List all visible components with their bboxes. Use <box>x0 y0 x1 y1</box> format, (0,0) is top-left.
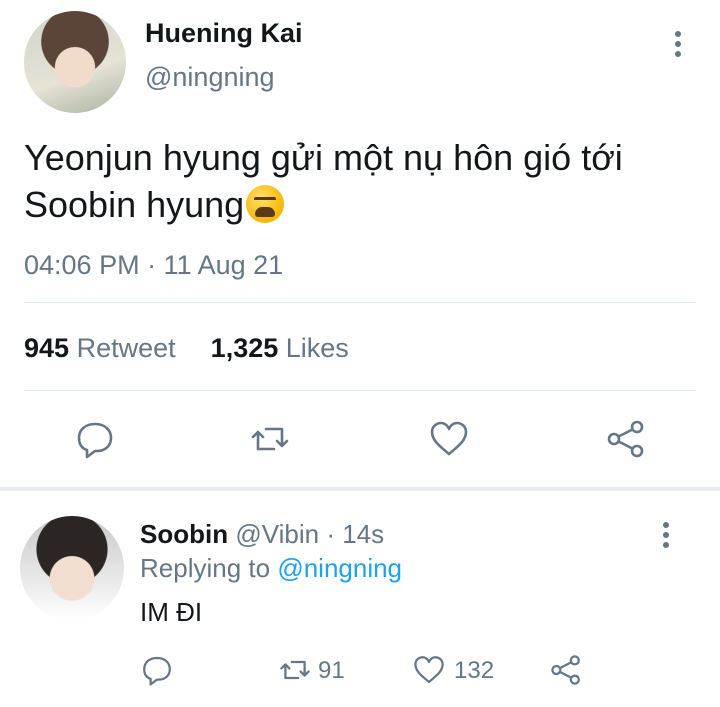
author-handle[interactable]: @ningning <box>145 62 275 93</box>
reply-more-icon[interactable] <box>662 522 670 552</box>
like-icon[interactable] <box>429 419 469 459</box>
like-count[interactable]: 1,325 <box>211 333 279 363</box>
retweet-count[interactable]: 945 <box>24 333 69 363</box>
like-label[interactable]: Likes <box>286 333 349 363</box>
tweet-text-content: Yeonjun hyung gửi một nụ hôn gió tới Soo… <box>24 137 623 225</box>
replying-to-label: Replying to <box>140 553 271 583</box>
more-icon[interactable] <box>674 31 682 61</box>
replying-to: Replying to @ningning <box>140 553 402 584</box>
tweet-text: Yeonjun hyung gửi một nụ hôn gió tới Soo… <box>24 134 694 228</box>
divider <box>24 302 696 303</box>
reply-like-count: 132 <box>454 657 495 684</box>
reply-retweet-count: 91 <box>318 657 345 684</box>
author-name[interactable]: Huening Kai <box>145 18 303 49</box>
reply-author-line: Soobin @Vibin · 14s <box>140 519 384 550</box>
reply-author-name[interactable]: Soobin <box>140 519 228 549</box>
retweet-icon[interactable] <box>250 419 290 459</box>
reply-author-avatar[interactable] <box>20 516 124 620</box>
reply-share-icon[interactable] <box>550 654 582 686</box>
reply-like-icon[interactable] <box>413 654 445 686</box>
tweet-stats: 945 Retweet 1,325 Likes <box>24 333 349 364</box>
reply-text: IM ĐI <box>140 597 203 627</box>
weary-face-emoji-icon <box>246 185 285 223</box>
reply-author-handle[interactable]: @Vibin <box>235 519 319 549</box>
reply-reply-icon[interactable] <box>141 654 173 686</box>
section-divider <box>0 487 720 491</box>
share-icon[interactable] <box>606 419 646 459</box>
reply-retweet-icon[interactable] <box>279 654 311 686</box>
replying-to-handle[interactable]: @ningning <box>277 553 402 583</box>
author-avatar[interactable] <box>24 11 126 113</box>
retweet-label[interactable]: Retweet <box>77 333 176 363</box>
reply-time[interactable]: · 14s <box>326 519 384 549</box>
divider <box>24 390 696 391</box>
tweet-timestamp[interactable]: 04:06 PM · 11 Aug 21 <box>24 250 283 281</box>
reply-icon[interactable] <box>75 419 115 459</box>
